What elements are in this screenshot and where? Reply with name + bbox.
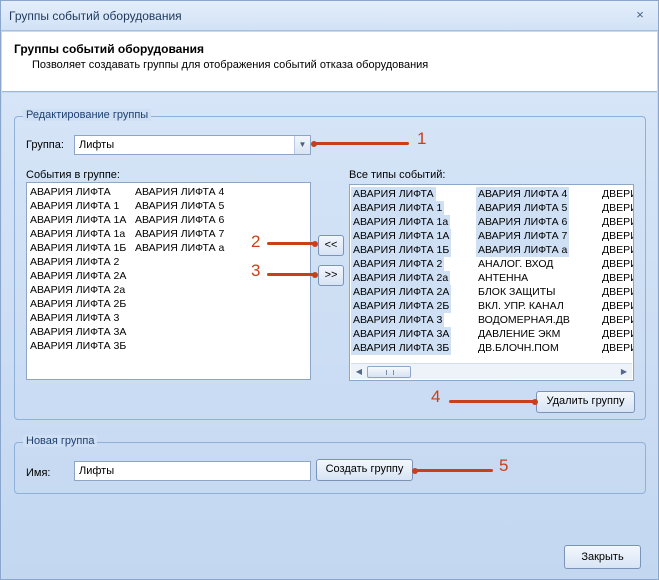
event-type-item[interactable]: АВАРИЯ ЛИФТА 3 xyxy=(351,313,445,327)
group-event-item[interactable]: АВАРИЯ ЛИФТА 1а xyxy=(28,227,127,241)
remove-event-button[interactable]: >> xyxy=(318,265,344,286)
event-type-item[interactable]: ВОДОМЕРНАЯ.ДВ xyxy=(476,313,572,327)
close-icon[interactable]: × xyxy=(632,7,648,23)
annotation-3-line xyxy=(267,273,315,276)
new-group-legend: Новая группа xyxy=(23,435,98,447)
event-type-item[interactable]: ДВЕРИ xyxy=(600,257,633,271)
close-button[interactable]: Закрыть xyxy=(564,545,641,569)
event-type-item[interactable]: ДВЕРИ xyxy=(600,215,633,229)
event-type-item[interactable]: ДВЕРИ xyxy=(600,313,633,327)
event-type-item[interactable]: АВАРИЯ ЛИФТА 2а xyxy=(351,271,451,285)
event-type-item[interactable]: ДВЕРИ xyxy=(600,285,633,299)
scroll-left-icon[interactable]: ◀ xyxy=(353,366,365,378)
create-group-button[interactable]: Создать группу xyxy=(316,459,413,481)
chevron-down-icon[interactable]: ▼ xyxy=(294,136,310,154)
event-type-item[interactable]: ДВЕРИ xyxy=(600,271,633,285)
annotation-1-number: 1 xyxy=(417,129,427,148)
group-event-item[interactable]: АВАРИЯ ЛИФТА xyxy=(28,185,113,199)
events-in-group-list[interactable]: АВАРИЯ ЛИФТА АВАРИЯ ЛИФТА 1 АВАРИЯ ЛИФТА 1… xyxy=(26,182,311,380)
horizontal-scrollbar[interactable]: ◀ ▶ xyxy=(351,363,632,379)
name-label: Имя: xyxy=(26,467,51,479)
event-type-item[interactable]: ДВ.БЛОЧН.ПОМ xyxy=(476,341,561,355)
annotation-5-line xyxy=(415,469,493,472)
annotation-4-dot xyxy=(532,399,538,405)
group-event-item[interactable]: АВАРИЯ ЛИФТА 4 xyxy=(133,185,226,199)
event-type-item[interactable]: АНТЕННА xyxy=(476,271,530,285)
all-types-label: Все типы событий: xyxy=(349,169,446,181)
group-event-item[interactable]: АВАРИЯ ЛИФТА 2Б xyxy=(28,297,128,311)
event-type-item[interactable]: АВАРИЯ ЛИФТА 3Б xyxy=(351,341,452,355)
annotation-1-line xyxy=(314,142,409,145)
group-event-item[interactable]: АВАРИЯ ЛИФТА 7 xyxy=(133,227,226,241)
event-type-item[interactable]: АВАРИЯ ЛИФТА 3А xyxy=(351,327,452,341)
event-type-item[interactable]: АВАРИЯ ЛИФТА 2А xyxy=(351,285,452,299)
event-type-item[interactable]: ДВЕРИ xyxy=(600,243,633,257)
dialog-window: Группы событий оборудования × Группы соб… xyxy=(0,0,659,580)
group-name-input[interactable]: Лифты xyxy=(74,461,311,481)
event-type-item[interactable]: ДВЕРИ xyxy=(600,341,633,355)
scrollbar-thumb[interactable] xyxy=(367,366,411,378)
all-event-types-list[interactable]: ДВЕРИДВЕРИДВЕРИДВЕРИДВЕРИДВЕРИДВЕРИДВЕРИ… xyxy=(349,184,634,381)
scroll-right-icon[interactable]: ▶ xyxy=(618,366,630,378)
event-type-item[interactable]: АНАЛОГ. ВХОД xyxy=(476,257,555,271)
event-type-item[interactable]: АВАРИЯ ЛИФТА 2Б xyxy=(351,299,452,313)
group-event-item[interactable]: АВАРИЯ ЛИФТА 1 xyxy=(28,199,121,213)
event-type-item[interactable]: ДВЕРИ xyxy=(600,187,633,201)
event-type-item[interactable]: ДВЕРИ xyxy=(600,299,633,313)
title-bar: Группы событий оборудования × xyxy=(1,1,658,31)
group-select-value: Лифты xyxy=(79,139,115,151)
group-event-item[interactable]: АВАРИЯ ЛИФТА 1А xyxy=(28,213,128,227)
annotation-4-number: 4 xyxy=(431,387,441,406)
header-subtitle: Позволяет создавать группы для отображен… xyxy=(32,59,429,71)
event-type-item[interactable]: БЛОК ЗАЩИТЫ xyxy=(476,285,557,299)
group-label: Группа: xyxy=(26,139,64,151)
event-type-item[interactable]: ДВЕРИ xyxy=(600,201,633,215)
window-title: Группы событий оборудования xyxy=(9,9,182,23)
event-type-item[interactable]: АВАРИЯ ЛИФТА 5 xyxy=(476,201,570,215)
annotation-3-number: 3 xyxy=(251,261,261,280)
add-event-button[interactable]: << xyxy=(318,235,344,256)
delete-group-button[interactable]: Удалить группу xyxy=(536,391,635,413)
event-type-item[interactable]: АВАРИЯ ЛИФТА 6 xyxy=(476,215,570,229)
event-type-item[interactable]: ДАВЛЕНИЕ ЭКМ xyxy=(476,327,562,341)
group-event-item[interactable]: АВАРИЯ ЛИФТА 2а xyxy=(28,283,127,297)
event-type-item[interactable]: АВАРИЯ ЛИФТА 1а xyxy=(351,215,451,229)
group-event-item[interactable]: АВАРИЯ ЛИФТА 3 xyxy=(28,311,121,325)
annotation-3-dot xyxy=(312,272,318,278)
event-type-item[interactable]: АВАРИЯ ЛИФТА 1 xyxy=(351,201,445,215)
annotation-4-line xyxy=(449,400,535,403)
event-type-item[interactable]: АВАРИЯ ЛИФТА xyxy=(351,187,436,201)
group-event-item[interactable]: АВАРИЯ ЛИФТА 5 xyxy=(133,199,226,213)
event-type-item[interactable]: ДВЕРИ xyxy=(600,229,633,243)
annotation-2-line xyxy=(267,242,315,245)
annotation-2-dot xyxy=(312,241,318,247)
event-type-item[interactable]: АВАРИЯ ЛИФТА 7 xyxy=(476,229,570,243)
events-in-group-label: События в группе: xyxy=(26,169,120,181)
edit-group-legend: Редактирование группы xyxy=(23,109,152,121)
group-event-item[interactable]: АВАРИЯ ЛИФТА 2А xyxy=(28,269,128,283)
event-type-item[interactable]: ВКЛ. УПР. КАНАЛ xyxy=(476,299,566,313)
group-select[interactable]: Лифты ▼ xyxy=(74,135,311,155)
event-type-item[interactable]: АВАРИЯ ЛИФТА 1А xyxy=(351,229,452,243)
group-event-item[interactable]: АВАРИЯ ЛИФТА 2 xyxy=(28,255,121,269)
header-title: Группы событий оборудования xyxy=(14,42,204,56)
event-type-item[interactable]: АВАРИЯ ЛИФТА 2 xyxy=(351,257,445,271)
event-type-item[interactable]: АВАРИЯ ЛИФТА а xyxy=(476,243,570,257)
annotation-5-number: 5 xyxy=(499,456,509,475)
event-type-item[interactable]: АВАРИЯ ЛИФТА 1Б xyxy=(351,243,452,257)
group-event-item[interactable]: АВАРИЯ ЛИФТА а xyxy=(133,241,226,255)
group-event-item[interactable]: АВАРИЯ ЛИФТА 3А xyxy=(28,325,128,339)
event-type-item[interactable]: ДВЕРИ xyxy=(600,327,633,341)
dialog-header: Группы событий оборудования Позволяет со… xyxy=(2,32,657,92)
group-event-item[interactable]: АВАРИЯ ЛИФТА 3Б xyxy=(28,339,128,353)
event-type-item[interactable]: АВАРИЯ ЛИФТА 4 xyxy=(476,187,570,201)
group-name-value: Лифты xyxy=(79,465,115,477)
annotation-2-number: 2 xyxy=(251,232,261,251)
group-event-item[interactable]: АВАРИЯ ЛИФТА 6 xyxy=(133,213,226,227)
group-event-item[interactable]: АВАРИЯ ЛИФТА 1Б xyxy=(28,241,128,255)
